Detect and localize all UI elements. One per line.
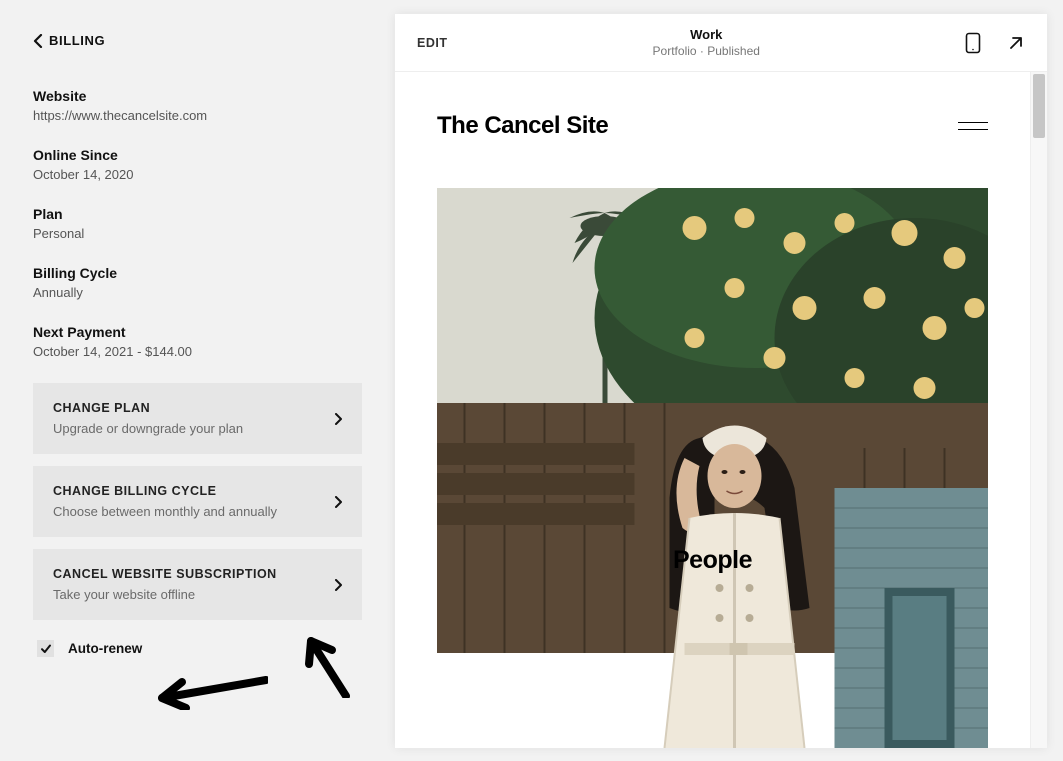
auto-renew-row: Auto-renew	[33, 640, 362, 657]
field-label: Online Since	[33, 147, 362, 163]
field-online-since: Online Since October 14, 2020	[33, 147, 362, 182]
billing-sidebar: BILLING Website https://www.thecancelsit…	[0, 0, 395, 761]
field-next-payment: Next Payment October 14, 2021 - $144.00	[33, 324, 362, 359]
preview-page-meta: Portfolio · Published	[653, 44, 760, 58]
site-preview-pane: EDIT Work Portfolio · Published The Canc…	[395, 14, 1047, 748]
action-title: CANCEL WEBSITE SUBSCRIPTION	[53, 567, 277, 581]
site-header: The Cancel Site	[437, 112, 988, 140]
field-label: Next Payment	[33, 324, 362, 340]
field-website: Website https://www.thecancelsite.com	[33, 88, 362, 123]
change-billing-cycle-button[interactable]: CHANGE BILLING CYCLE Choose between mont…	[33, 466, 362, 537]
field-value: October 14, 2021 - $144.00	[33, 344, 362, 359]
site-title: The Cancel Site	[437, 112, 608, 140]
field-plan: Plan Personal	[33, 206, 362, 241]
action-texts: CANCEL WEBSITE SUBSCRIPTION Take your we…	[53, 567, 277, 602]
action-texts: CHANGE BILLING CYCLE Choose between mont…	[53, 484, 277, 519]
preview-body: The Cancel Site	[395, 72, 1047, 748]
field-value: https://www.thecancelsite.com	[33, 108, 362, 123]
action-title: CHANGE BILLING CYCLE	[53, 484, 277, 498]
field-label: Website	[33, 88, 362, 104]
action-texts: CHANGE PLAN Upgrade or downgrade your pl…	[53, 401, 243, 436]
cancel-subscription-button[interactable]: CANCEL WEBSITE SUBSCRIPTION Take your we…	[33, 549, 362, 620]
field-value: Personal	[33, 226, 362, 241]
chevron-right-icon	[334, 413, 342, 425]
expand-icon[interactable]	[1007, 34, 1025, 52]
mobile-preview-icon[interactable]	[965, 32, 981, 54]
preview-page-name: Work	[653, 27, 760, 43]
field-label: Plan	[33, 206, 362, 222]
scrollbar[interactable]	[1030, 72, 1047, 748]
field-value: Annually	[33, 285, 362, 300]
preview-header-icons	[965, 32, 1025, 54]
action-sub: Choose between monthly and annually	[53, 504, 277, 519]
action-sub: Take your website offline	[53, 587, 277, 602]
edit-button[interactable]: EDIT	[417, 36, 447, 50]
change-plan-button[interactable]: CHANGE PLAN Upgrade or downgrade your pl…	[33, 383, 362, 454]
auto-renew-checkbox[interactable]	[37, 640, 54, 657]
preview-header: EDIT Work Portfolio · Published	[395, 14, 1047, 72]
hamburger-icon[interactable]	[958, 122, 988, 131]
auto-renew-label: Auto-renew	[68, 641, 142, 656]
chevron-left-icon	[33, 34, 43, 48]
hero-label: People	[437, 546, 988, 575]
back-label: BILLING	[49, 33, 105, 48]
field-value: October 14, 2020	[33, 167, 362, 182]
field-label: Billing Cycle	[33, 265, 362, 281]
chevron-right-icon	[334, 579, 342, 591]
scrollbar-thumb[interactable]	[1033, 74, 1045, 138]
hero-image: People	[437, 188, 988, 748]
action-title: CHANGE PLAN	[53, 401, 243, 415]
action-sub: Upgrade or downgrade your plan	[53, 421, 243, 436]
field-billing-cycle: Billing Cycle Annually	[33, 265, 362, 300]
site-content: The Cancel Site	[395, 72, 1030, 748]
preview-page-info: Work Portfolio · Published	[653, 27, 760, 58]
back-button[interactable]: BILLING	[33, 33, 362, 48]
chevron-right-icon	[334, 496, 342, 508]
